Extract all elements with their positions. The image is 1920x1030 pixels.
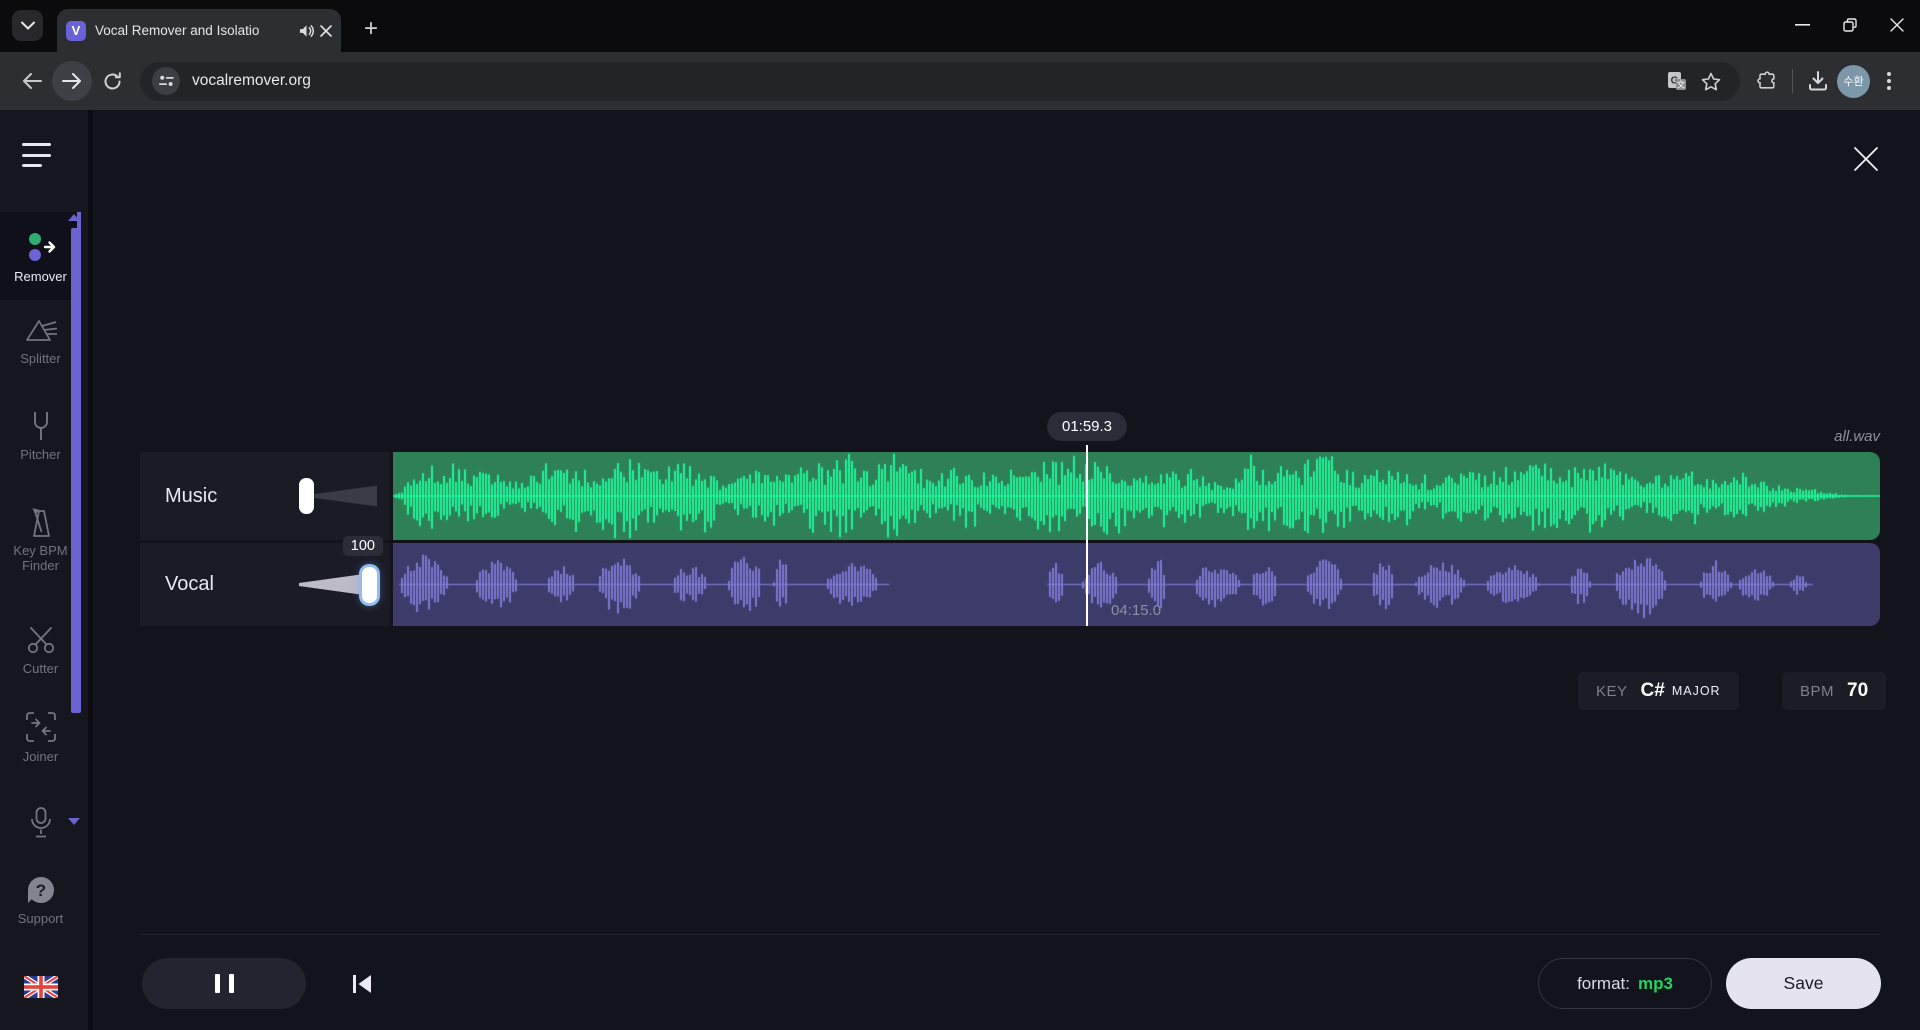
app-content: Remover Splitter Pitcher Key BPM Finder … bbox=[0, 110, 1920, 1030]
scrollbar-down-arrow[interactable] bbox=[68, 818, 80, 825]
tab-strip: V Vocal Remover and Isolatio + bbox=[0, 0, 1920, 52]
help-icon: ? bbox=[25, 874, 57, 906]
translate-icon[interactable]: G文 bbox=[1660, 64, 1694, 98]
key-value: C# bbox=[1641, 680, 1665, 702]
vocal-volume-thumb[interactable] bbox=[362, 567, 377, 603]
bottom-divider bbox=[140, 934, 1880, 935]
music-track-controls: Music bbox=[140, 452, 390, 540]
menu-kebab-icon[interactable] bbox=[1870, 62, 1908, 100]
pause-icon bbox=[215, 974, 220, 993]
reload-button[interactable] bbox=[92, 61, 132, 101]
bookmark-star-icon[interactable] bbox=[1694, 64, 1728, 98]
sidebar-item-pitcher[interactable]: Pitcher bbox=[0, 410, 81, 462]
sidebar-item-label: Splitter bbox=[20, 351, 60, 366]
bpm-badge: BPM 70 bbox=[1782, 672, 1886, 710]
skip-to-start-icon bbox=[350, 972, 374, 996]
file-name: all.wav bbox=[1834, 428, 1880, 445]
metronome-icon bbox=[26, 506, 56, 538]
sidebar-item-label: Key BPM Finder bbox=[0, 543, 81, 573]
main-panel: all.wav Music Vocal 100 bbox=[98, 110, 1920, 1030]
vocal-volume-value: 100 bbox=[343, 536, 383, 556]
sidebar-item-label: Support bbox=[18, 911, 64, 926]
minimize-button[interactable] bbox=[1779, 0, 1826, 50]
key-scale: MAJOR bbox=[1672, 684, 1721, 698]
skip-to-start-button[interactable] bbox=[345, 968, 379, 1000]
close-window-button[interactable] bbox=[1873, 0, 1920, 50]
sidebar-item-label: Cutter bbox=[23, 661, 58, 676]
tab-close-button[interactable] bbox=[320, 25, 332, 37]
profile-avatar[interactable]: 수환 bbox=[1837, 65, 1870, 98]
track-name: Music bbox=[165, 485, 299, 508]
sidebar-item-key-bpm-finder[interactable]: Key BPM Finder bbox=[0, 506, 81, 573]
track-name: Vocal bbox=[165, 573, 299, 596]
restore-button[interactable] bbox=[1826, 0, 1873, 50]
vocal-volume-slider[interactable]: 100 bbox=[299, 565, 377, 605]
format-value: mp3 bbox=[1638, 974, 1673, 994]
pause-button[interactable] bbox=[142, 958, 306, 1009]
new-tab-button[interactable]: + bbox=[355, 13, 387, 45]
downloads-icon[interactable] bbox=[1799, 62, 1837, 100]
save-button[interactable]: Save bbox=[1726, 958, 1881, 1009]
sidebar-item-remover[interactable]: Remover bbox=[0, 212, 81, 300]
music-waveform-track[interactable] bbox=[393, 452, 1880, 540]
svg-text:文: 文 bbox=[1677, 80, 1686, 90]
scissors-icon bbox=[24, 624, 58, 656]
vocal-volume-track bbox=[299, 573, 364, 597]
back-button[interactable] bbox=[12, 61, 52, 101]
close-song-button[interactable] bbox=[1850, 143, 1882, 175]
sidebar-item-support[interactable]: ? Support bbox=[0, 874, 81, 926]
address-bar[interactable]: vocalremover.org G文 bbox=[140, 62, 1740, 101]
sidebar-item-splitter[interactable]: Splitter bbox=[0, 316, 81, 366]
chevron-down-icon bbox=[21, 21, 35, 30]
tab-title: Vocal Remover and Isolatio bbox=[95, 23, 293, 38]
toolbar-divider bbox=[1792, 69, 1793, 93]
pitcher-icon bbox=[27, 410, 55, 442]
key-badge: KEY C# MAJOR bbox=[1578, 672, 1739, 710]
bpm-value: 70 bbox=[1847, 680, 1868, 702]
url-text[interactable]: vocalremover.org bbox=[192, 72, 1660, 90]
playhead[interactable] bbox=[1086, 445, 1088, 626]
joiner-icon bbox=[24, 710, 58, 744]
microphone-icon bbox=[28, 806, 54, 840]
browser-toolbar: vocalremover.org G文 수환 bbox=[0, 52, 1920, 110]
tab-audio-icon[interactable] bbox=[299, 24, 314, 38]
duration-label: 04:15.0 bbox=[1111, 602, 1161, 619]
extensions-icon[interactable] bbox=[1748, 62, 1786, 100]
format-select-button[interactable]: format: mp3 bbox=[1538, 958, 1712, 1009]
svg-text:?: ? bbox=[35, 881, 45, 900]
tab-search-button[interactable] bbox=[12, 10, 43, 41]
music-volume-slider[interactable] bbox=[299, 476, 377, 516]
music-volume-thumb[interactable] bbox=[299, 478, 314, 514]
site-info-icon[interactable] bbox=[152, 67, 180, 95]
music-volume-track bbox=[312, 484, 377, 508]
sidebar-item-label: Joiner bbox=[23, 749, 58, 764]
key-label: KEY bbox=[1596, 683, 1628, 700]
bpm-label: BPM bbox=[1800, 683, 1834, 700]
sidebar-item-joiner[interactable]: Joiner bbox=[0, 710, 81, 764]
tab-favicon: V bbox=[66, 21, 86, 41]
music-waveform-canvas[interactable] bbox=[393, 452, 1880, 540]
browser-window: V Vocal Remover and Isolatio + bbox=[0, 0, 1920, 1030]
browser-tab[interactable]: V Vocal Remover and Isolatio bbox=[57, 9, 341, 52]
forward-button[interactable] bbox=[52, 61, 92, 101]
language-flag-button[interactable] bbox=[0, 976, 81, 998]
sidebar-item-label: Pitcher bbox=[20, 447, 60, 462]
scrollbar-thumb[interactable] bbox=[71, 228, 81, 713]
menu-hamburger-button[interactable] bbox=[22, 140, 58, 170]
sidebar: Remover Splitter Pitcher Key BPM Finder … bbox=[0, 110, 93, 1030]
format-label: format: bbox=[1577, 974, 1630, 994]
scrollbar-up-arrow[interactable] bbox=[68, 214, 80, 221]
sidebar-item-label: Remover bbox=[14, 269, 67, 284]
splitter-icon bbox=[23, 316, 59, 346]
remover-icon bbox=[24, 228, 58, 264]
vocal-track-controls: Vocal 100 bbox=[140, 543, 390, 626]
playhead-time-tooltip: 01:59.3 bbox=[1047, 412, 1127, 441]
uk-flag-icon bbox=[24, 976, 58, 998]
sidebar-item-cutter[interactable]: Cutter bbox=[0, 624, 81, 676]
window-controls bbox=[1779, 0, 1920, 50]
